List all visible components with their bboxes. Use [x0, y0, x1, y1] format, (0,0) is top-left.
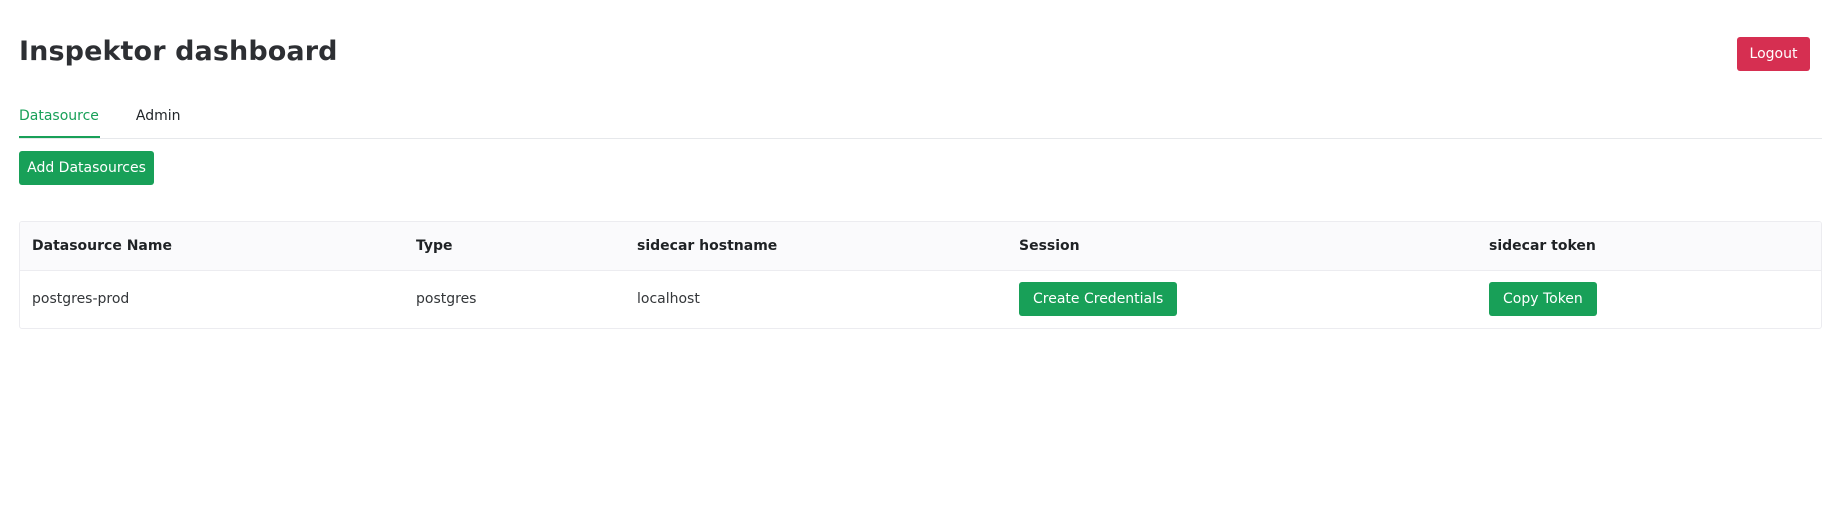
add-datasources-button[interactable]: Add Datasources [19, 151, 154, 185]
datasource-table: Datasource Name Type sidecar hostname Se… [19, 221, 1822, 329]
cell-type: postgres [416, 291, 477, 308]
table-header-row: Datasource Name Type sidecar hostname Se… [20, 222, 1821, 271]
cell-session: Create Credentials [1007, 270, 1477, 328]
cell-sidecar-hostname: localhost [637, 291, 700, 308]
column-header-datasource-name: Datasource Name [20, 222, 404, 271]
tab-bar: Datasource Admin [19, 100, 1822, 139]
column-header-sidecar-hostname: sidecar hostname [625, 222, 1007, 271]
cell-datasource-name: postgres-prod [32, 291, 130, 308]
page-title: Inspektor dashboard [19, 36, 338, 67]
table-row: postgres-prod postgres localhost Create … [20, 270, 1821, 328]
column-header-sidecar-token: sidecar token [1477, 222, 1821, 271]
column-header-type: Type [404, 222, 625, 271]
tab-admin[interactable]: Admin [136, 100, 181, 138]
dashboard-page: Inspektor dashboard Logout Datasource Ad… [0, 0, 1837, 530]
create-credentials-button[interactable]: Create Credentials [1019, 282, 1178, 317]
logout-button[interactable]: Logout [1737, 37, 1810, 71]
cell-sidecar-token: Copy Token [1477, 270, 1821, 328]
tab-datasource[interactable]: Datasource [19, 100, 100, 138]
copy-token-button[interactable]: Copy Token [1489, 282, 1597, 317]
column-header-session: Session [1007, 222, 1477, 271]
